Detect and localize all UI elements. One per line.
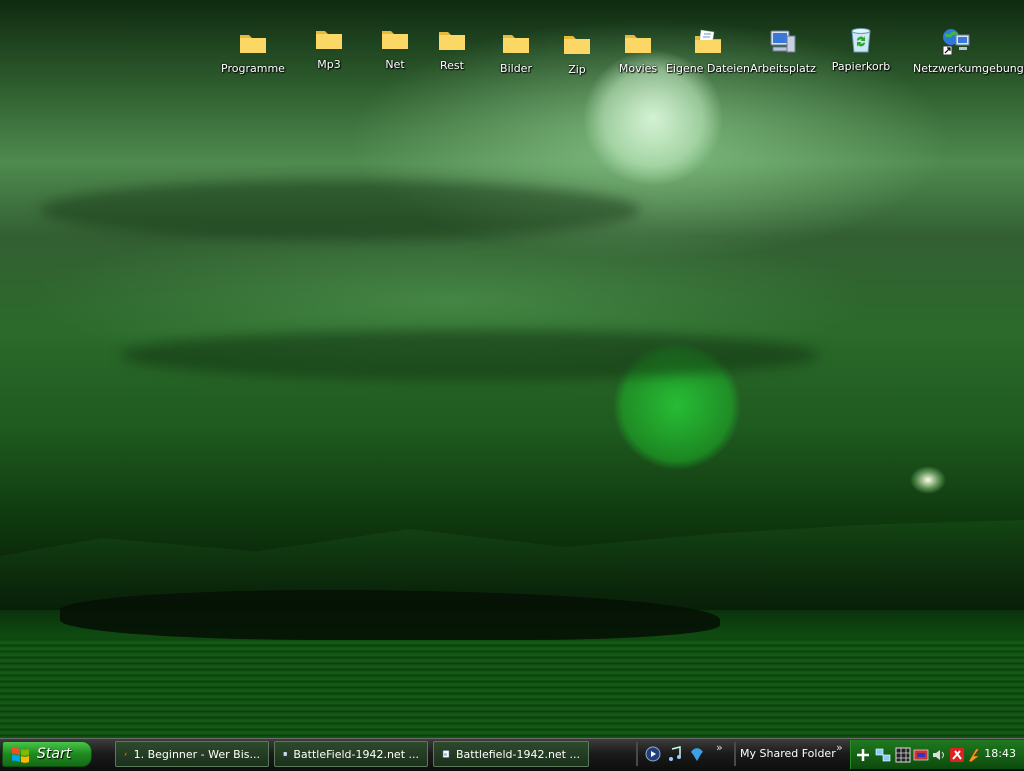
desktop-icon-arbeitsplatz[interactable]: Arbeitsplatz — [740, 26, 826, 75]
desktop-icon-label: Netzwerkumgebung — [913, 62, 1024, 75]
shared-folder-chevron[interactable]: » — [836, 741, 843, 754]
media-player-icon[interactable] — [645, 746, 661, 762]
quick-launch-chevron[interactable]: » — [716, 741, 723, 754]
folder-icon — [439, 32, 465, 50]
taskbar: Start 1. Beginner - Wer Bis... e BattleF… — [0, 738, 1024, 771]
taskbar-button-label: BattleField-1942.net ... — [293, 747, 419, 761]
svg-text:e: e — [444, 752, 447, 758]
desktop-wallpaper: Programme Mp3 Net Rest Bilder Zip Movies… — [0, 0, 1024, 738]
folder-icon — [316, 31, 342, 49]
flashget-icon — [124, 752, 127, 756]
taskbar-button-flashget[interactable]: 1. Beginner - Wer Bis... — [115, 741, 269, 767]
display-settings-icon[interactable] — [913, 747, 929, 763]
desktop-icon-label: Papierkorb — [831, 60, 891, 73]
desktop-icon-programme[interactable]: Programme — [210, 26, 296, 75]
ie-page-icon: e — [442, 750, 450, 758]
folder-icon — [503, 35, 529, 53]
speaker-icon[interactable] — [931, 747, 947, 763]
windows-logo-icon — [12, 747, 29, 763]
my-documents-icon — [695, 29, 721, 53]
ie-page-icon: e — [283, 751, 287, 756]
taskbar-button-label: 1. Beginner - Wer Bis... — [133, 747, 260, 761]
folder-icon — [240, 35, 266, 53]
taskbar-button-battlefield-1[interactable]: e BattleField-1942.net ... — [274, 741, 428, 767]
desktop-icon-label: Arbeitsplatz — [750, 62, 816, 75]
clock[interactable]: 18:43 — [984, 747, 1016, 760]
taskbar-button-battlefield-2[interactable]: e Battlefield-1942.net ... — [433, 741, 589, 767]
folder-icon — [625, 35, 651, 53]
start-label: Start — [37, 746, 72, 762]
toolbar-separator — [734, 742, 736, 766]
messenger-icon[interactable] — [689, 746, 705, 762]
taskbar-button-label: Battlefield-1942.net ... — [456, 747, 580, 761]
folder-icon — [564, 36, 590, 54]
recycle-bin-icon — [851, 28, 871, 53]
folder-icon — [382, 31, 408, 49]
cloud-layer — [120, 330, 820, 380]
water-reflection — [0, 640, 1024, 738]
system-tray: 18:43 — [850, 740, 1024, 769]
start-button[interactable]: Start — [2, 741, 92, 767]
antivirus-icon[interactable] — [949, 747, 965, 763]
music-notes-icon[interactable] — [667, 746, 683, 762]
desktop-icon-label: Eigene Dateien — [665, 62, 751, 75]
my-computer-icon — [770, 30, 796, 53]
desktop-icon-papierkorb[interactable]: Papierkorb — [818, 24, 904, 73]
desktop-icon-eigene-dateien[interactable]: Eigene Dateien — [665, 26, 751, 75]
shared-folder-toolbar[interactable]: My Shared Folder — [740, 747, 836, 760]
grid-app-icon[interactable] — [895, 747, 911, 763]
desktop-icon-label: Programme — [221, 62, 285, 75]
cloud-layer — [40, 180, 640, 240]
network-icon[interactable] — [875, 747, 891, 763]
flashget-icon[interactable] — [967, 747, 983, 763]
toolbar-separator — [636, 742, 638, 766]
network-places-icon — [942, 29, 970, 56]
plus-icon[interactable] — [855, 747, 871, 763]
desktop-icon-netzwerkumgebung[interactable]: Netzwerkumgebung — [913, 26, 1024, 75]
